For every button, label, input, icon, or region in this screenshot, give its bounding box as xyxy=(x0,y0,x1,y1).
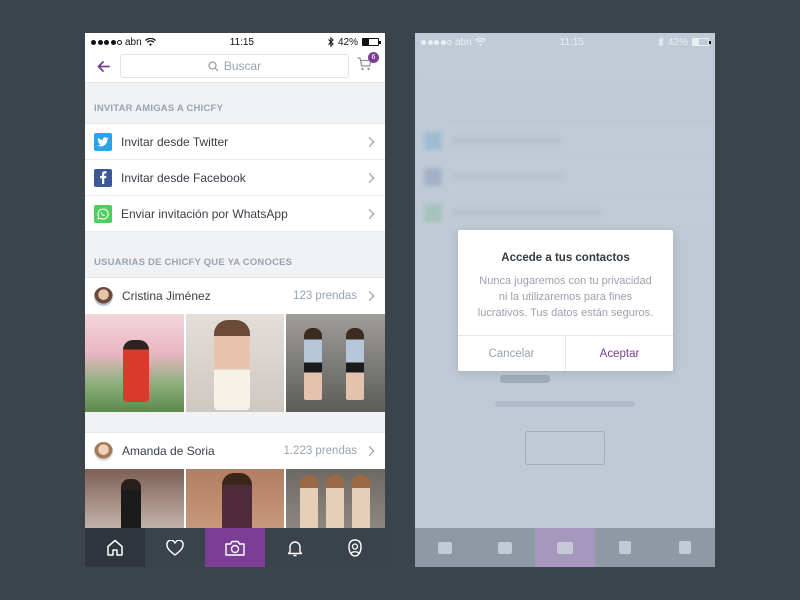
tab-favorites xyxy=(475,528,535,567)
tab-bar xyxy=(415,528,715,567)
carrier-label: abn xyxy=(455,36,472,48)
invite-whatsapp-row[interactable]: Enviar invitación por WhatsApp xyxy=(85,196,385,232)
arrow-left-icon xyxy=(97,61,110,72)
background-placeholder xyxy=(495,401,635,407)
tab-home xyxy=(415,528,475,567)
invite-facebook-row[interactable]: Invitar desde Facebook xyxy=(85,160,385,196)
section-header-users: USUARIAS DE CHICFY QUE YA CONOCES xyxy=(94,257,293,268)
twitter-icon xyxy=(94,132,112,151)
tab-camera xyxy=(535,528,595,567)
invite-list: Invitar desde Twitter Invitar desde Face… xyxy=(85,123,385,232)
home-icon xyxy=(438,541,452,554)
bluetooth-icon xyxy=(328,37,334,47)
home-icon xyxy=(107,539,123,556)
wifi-icon xyxy=(474,38,486,46)
chevron-right-icon xyxy=(364,208,375,219)
search-icon xyxy=(208,60,219,71)
chevron-right-icon xyxy=(364,172,375,183)
status-time: 11:15 xyxy=(229,36,254,48)
invite-facebook-label: Invitar desde Facebook xyxy=(121,170,246,185)
battery-percent: 42% xyxy=(667,36,688,48)
camera-icon xyxy=(557,541,573,554)
cancel-button[interactable]: Cancelar xyxy=(458,336,566,371)
carrier-label: abn xyxy=(125,36,142,48)
permission-dialog: Accede a tus contactos Nunca jugaremos c… xyxy=(458,230,673,371)
facebook-icon xyxy=(94,168,112,187)
dialog-message: Nunca jugaremos con tu privacidad ni la … xyxy=(477,275,654,319)
chevron-right-icon xyxy=(364,136,375,147)
battery-icon xyxy=(362,38,381,46)
product-photo[interactable] xyxy=(286,314,385,412)
whatsapp-icon xyxy=(94,204,112,223)
product-photo[interactable] xyxy=(185,314,285,412)
user-row-amanda[interactable]: Amanda de Soria 1.223 prendas xyxy=(85,433,385,469)
photo-strip xyxy=(85,314,385,412)
avatar xyxy=(94,441,113,461)
user-row-cristina[interactable]: Cristina Jiménez 123 prendas xyxy=(85,278,385,314)
bluetooth-icon xyxy=(658,37,664,47)
chevron-right-icon xyxy=(364,446,375,456)
profile-icon xyxy=(348,538,362,557)
user-name: Cristina Jiménez xyxy=(122,289,211,303)
invite-twitter-row[interactable]: Invitar desde Twitter xyxy=(85,124,385,160)
cart-button[interactable]: 6 xyxy=(357,52,379,73)
user-card: Cristina Jiménez 123 prendas xyxy=(85,277,385,412)
tab-camera[interactable] xyxy=(205,528,265,567)
accept-button[interactable]: Aceptar xyxy=(566,336,673,371)
bell-icon xyxy=(619,541,631,554)
section-header-invite: INVITAR AMIGAS A CHICFY xyxy=(94,103,223,114)
background-placeholder xyxy=(500,375,550,383)
item-count: 1.223 prendas xyxy=(283,445,357,457)
product-photo[interactable] xyxy=(85,314,184,412)
phone-screen-invite: abn 11:15 42% Buscar 6 INVITAR AMIGAS A … xyxy=(85,33,385,567)
invite-twitter-label: Invitar desde Twitter xyxy=(121,134,229,149)
tab-profile xyxy=(655,528,715,567)
back-button[interactable] xyxy=(95,59,111,75)
user-name: Amanda de Soria xyxy=(122,444,215,458)
heart-icon xyxy=(498,541,512,554)
invite-whatsapp-label: Enviar invitación por WhatsApp xyxy=(121,206,288,221)
status-bar: abn 11:15 42% xyxy=(85,33,385,51)
status-bar: abn 11:15 42% xyxy=(415,33,715,51)
wifi-icon xyxy=(144,38,156,46)
tab-notifications xyxy=(595,528,655,567)
signal-icon xyxy=(91,39,122,45)
cart-badge: 6 xyxy=(368,52,379,63)
avatar xyxy=(94,286,113,306)
signal-icon xyxy=(421,39,452,45)
tab-home[interactable] xyxy=(85,528,145,567)
phone-screen-permission: abn 11:15 42% Accede a tus contactos Nun… xyxy=(415,33,715,567)
tab-profile[interactable] xyxy=(325,528,385,567)
status-time: 11:15 xyxy=(559,36,584,48)
nav-bar: Buscar 6 xyxy=(85,51,385,83)
dialog-actions: Cancelar Aceptar xyxy=(458,335,673,371)
search-placeholder: Buscar xyxy=(223,59,262,73)
profile-icon xyxy=(679,541,691,554)
bell-icon xyxy=(287,540,303,556)
item-count: 123 prendas xyxy=(293,290,357,302)
camera-icon xyxy=(225,540,245,556)
battery-icon xyxy=(692,38,711,46)
tab-notifications[interactable] xyxy=(265,528,325,567)
search-input[interactable]: Buscar xyxy=(120,54,349,78)
heart-icon xyxy=(166,539,184,556)
battery-percent: 42% xyxy=(337,36,358,48)
chevron-right-icon xyxy=(364,291,375,301)
tab-favorites[interactable] xyxy=(145,528,205,567)
dialog-title: Accede a tus contactos xyxy=(501,252,630,264)
tab-bar xyxy=(85,528,385,567)
background-placeholder xyxy=(525,431,605,465)
